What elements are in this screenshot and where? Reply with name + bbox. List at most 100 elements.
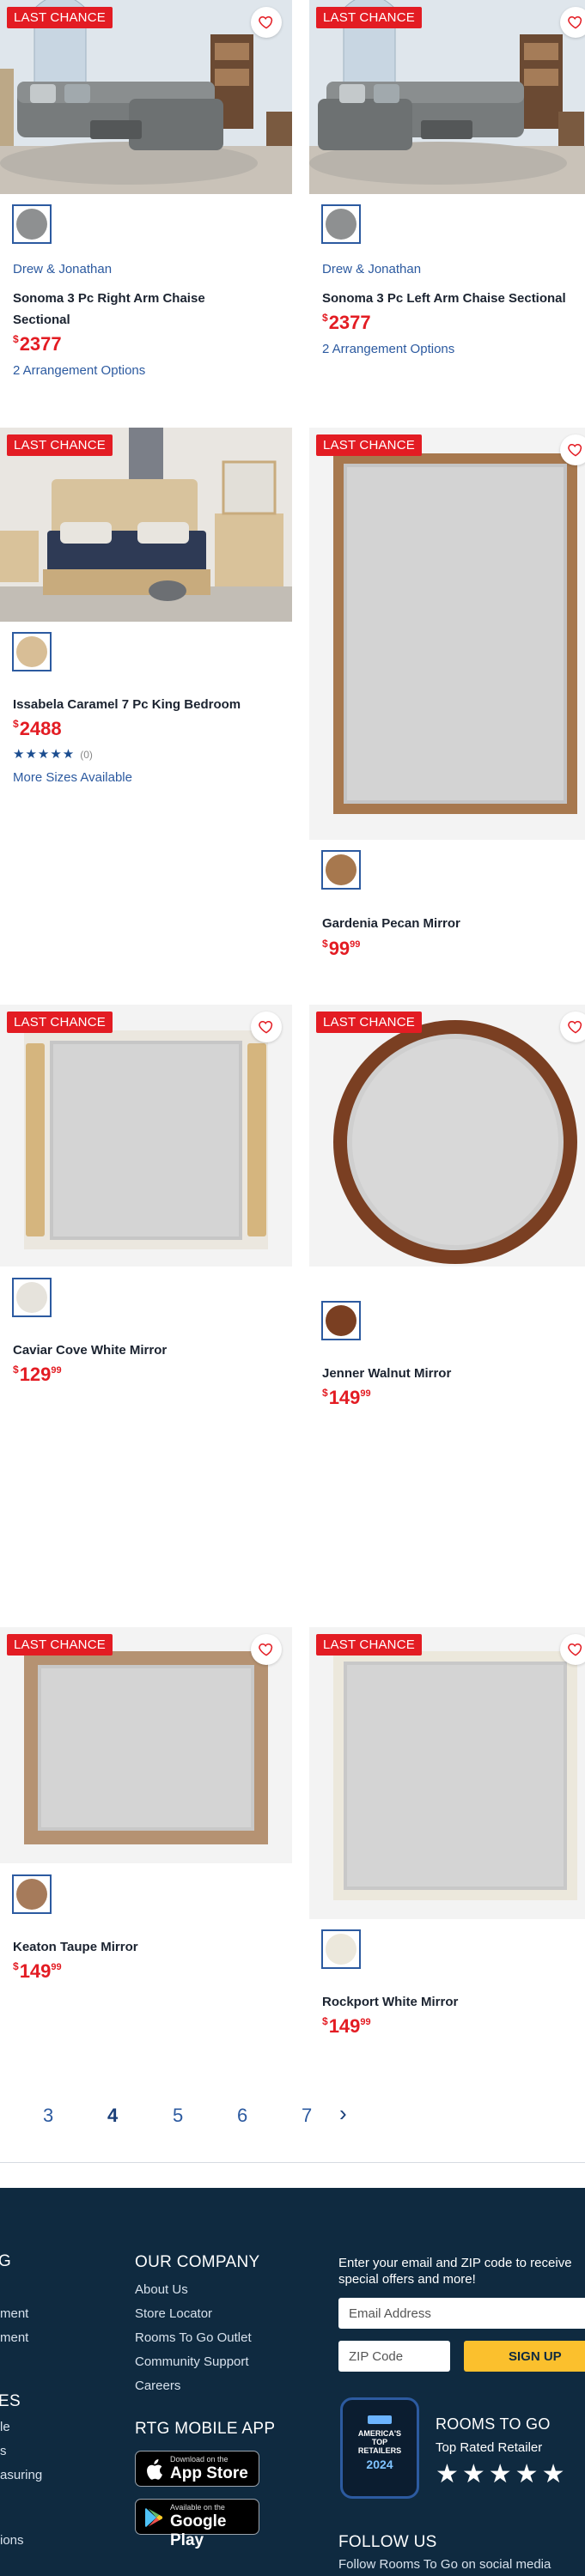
product-brand[interactable]: Drew & Jonathan <box>13 262 112 276</box>
product-card[interactable]: LAST CHANCE Jenner Walnut Mirror $14999 <box>309 1005 585 1425</box>
page-link[interactable]: 6 <box>237 2105 247 2127</box>
google-play-label: Google Play <box>170 2512 227 2549</box>
footer-link-fragment[interactable]: ment <box>0 2306 28 2321</box>
product-card[interactable]: LAST CHANCE Rockport White Mirror $14999 <box>309 1627 585 2057</box>
product-name[interactable]: Keaton Taupe Mirror <box>13 1936 288 1958</box>
last-chance-badge: LAST CHANCE <box>7 1634 113 1656</box>
community-support-link[interactable]: Community Support <box>135 2354 249 2369</box>
app-store-label: App Store <box>170 2464 248 2482</box>
product-name[interactable]: Sonoma 3 Pc Right Arm Chaise Sectional <box>13 288 288 331</box>
product-card[interactable]: LAST CHANCE Gardenia Pecan Mirror $9999 <box>309 428 585 977</box>
product-name-line: Sectional <box>13 313 70 327</box>
currency-symbol: $ <box>322 938 328 950</box>
product-image[interactable]: LAST CHANCE <box>0 1627 292 1863</box>
favorite-heart-icon[interactable] <box>560 1012 585 1042</box>
last-chance-badge: LAST CHANCE <box>7 1012 113 1033</box>
footer-heading-fragment: G <box>0 2252 12 2270</box>
our-company-heading: OUR COMPANY <box>135 2253 260 2271</box>
product-image[interactable]: LAST CHANCE <box>309 1627 585 1919</box>
sign-up-button[interactable]: SIGN UP <box>464 2341 585 2372</box>
google-play-button[interactable]: Available on the Google Play <box>135 2499 259 2549</box>
price-value: 2488 <box>19 718 62 739</box>
product-image[interactable]: LAST CHANCE <box>309 0 585 194</box>
footer-link-fragment[interactable]: s <box>0 2444 7 2458</box>
page-link[interactable]: 5 <box>173 2105 183 2127</box>
footer-link-fragment[interactable]: asuring <box>0 2468 42 2482</box>
newsletter-text: Enter your email and ZIP code to receive… <box>338 2255 572 2287</box>
next-page-chevron-icon[interactable]: › <box>339 2100 347 2127</box>
product-name[interactable]: Rockport White Mirror <box>322 1991 585 2013</box>
last-chance-badge: LAST CHANCE <box>316 7 422 28</box>
product-image[interactable]: LAST CHANCE <box>0 428 292 622</box>
about-us-link[interactable]: About Us <box>135 2282 188 2297</box>
email-field[interactable]: Email Address <box>338 2298 585 2329</box>
favorite-heart-icon[interactable] <box>251 7 282 38</box>
more-sizes-link[interactable]: More Sizes Available <box>13 770 132 785</box>
product-card[interactable]: LAST CHANCE Caviar Cove White Mirror $12… <box>0 1005 292 1408</box>
color-swatch[interactable] <box>12 632 52 671</box>
google-play-icon <box>145 2508 163 2527</box>
favorite-heart-icon[interactable] <box>560 434 585 465</box>
color-swatch[interactable] <box>12 204 52 244</box>
last-chance-badge: LAST CHANCE <box>7 7 113 28</box>
zip-code-field[interactable]: ZIP Code <box>338 2341 450 2372</box>
award-title: ROOMS TO GO <box>436 2415 551 2433</box>
price-value: 149 <box>19 1960 52 1982</box>
product-image[interactable]: LAST CHANCE <box>309 1005 585 1267</box>
price-value: 99 <box>328 938 350 959</box>
product-image[interactable]: LAST CHANCE <box>0 0 292 194</box>
favorite-heart-icon[interactable] <box>251 1012 282 1042</box>
color-swatch[interactable] <box>12 1278 52 1317</box>
last-chance-badge: LAST CHANCE <box>316 1634 422 1656</box>
product-name[interactable]: Sonoma 3 Pc Left Arm Chaise Sectional <box>322 288 585 309</box>
product-name-line: Sonoma 3 Pc Right Arm Chaise <box>13 291 205 306</box>
color-swatch[interactable] <box>12 1874 52 1914</box>
price-value: 2377 <box>19 333 62 355</box>
product-name[interactable]: Caviar Cove White Mirror <box>13 1340 288 1361</box>
product-image[interactable]: LAST CHANCE <box>309 428 585 840</box>
favorite-heart-icon[interactable] <box>560 1634 585 1665</box>
favorite-heart-icon[interactable] <box>251 1634 282 1665</box>
follow-us-heading: FOLLOW US <box>338 2533 437 2551</box>
favorite-heart-icon[interactable] <box>560 7 585 38</box>
color-swatch[interactable] <box>321 204 361 244</box>
product-price: $14999 <box>322 1387 371 1409</box>
pagination: 3 4 5 6 7 › <box>0 2098 585 2132</box>
sectional-sofa-image <box>309 0 585 194</box>
footer-heading-fragment: ES <box>0 2392 21 2410</box>
footer-link-fragment[interactable]: le <box>0 2420 10 2434</box>
footer-link-fragment[interactable]: ions <box>0 2533 24 2548</box>
product-price: $2377 <box>13 333 62 355</box>
product-name[interactable]: Jenner Walnut Mirror <box>322 1363 585 1384</box>
product-card[interactable]: LAST CHANCE Drew & Jonathan Sonoma 3 Pc … <box>0 0 292 404</box>
award-subtitle: Top Rated Retailer <box>436 2440 543 2455</box>
store-locator-link[interactable]: Store Locator <box>135 2306 212 2321</box>
product-image[interactable]: LAST CHANCE <box>0 1005 292 1267</box>
color-swatch[interactable] <box>321 1929 361 1969</box>
outlet-link[interactable]: Rooms To Go Outlet <box>135 2330 252 2345</box>
product-price: $9999 <box>322 938 360 960</box>
product-card[interactable]: LAST CHANCE Keaton Taupe Mirror $14999 <box>0 1627 292 2005</box>
arrangement-options-link[interactable]: 2 Arrangement Options <box>13 363 145 378</box>
product-brand[interactable]: Drew & Jonathan <box>322 262 421 276</box>
price-cents: 99 <box>51 1365 62 1376</box>
award-line: AMERICA'S <box>357 2429 402 2438</box>
product-price: $2377 <box>322 312 371 334</box>
careers-link[interactable]: Careers <box>135 2379 180 2393</box>
footer-link-fragment[interactable]: ment <box>0 2330 28 2345</box>
price-cents: 99 <box>360 2017 371 2027</box>
page-link-current[interactable]: 4 <box>107 2105 118 2127</box>
product-card[interactable]: LAST CHANCE Issabela Caramel 7 Pc King B… <box>0 428 292 823</box>
color-swatch[interactable] <box>321 1301 361 1340</box>
product-name[interactable]: Issabela Caramel 7 Pc King Bedroom <box>13 694 288 715</box>
follow-us-text: Follow Rooms To Go on social media <box>338 2557 551 2572</box>
app-store-button[interactable]: Download on the App Store <box>135 2451 259 2487</box>
product-card[interactable]: LAST CHANCE Drew & Jonathan Sonoma 3 Pc … <box>309 0 585 404</box>
product-name[interactable]: Gardenia Pecan Mirror <box>322 913 585 934</box>
page-link[interactable]: 7 <box>302 2105 312 2127</box>
award-stars: ★★★★★ <box>436 2460 569 2488</box>
color-swatch[interactable] <box>321 850 361 890</box>
page-link[interactable]: 3 <box>43 2105 53 2127</box>
price-value: 149 <box>328 1387 361 1408</box>
arrangement-options-link[interactable]: 2 Arrangement Options <box>322 342 454 356</box>
